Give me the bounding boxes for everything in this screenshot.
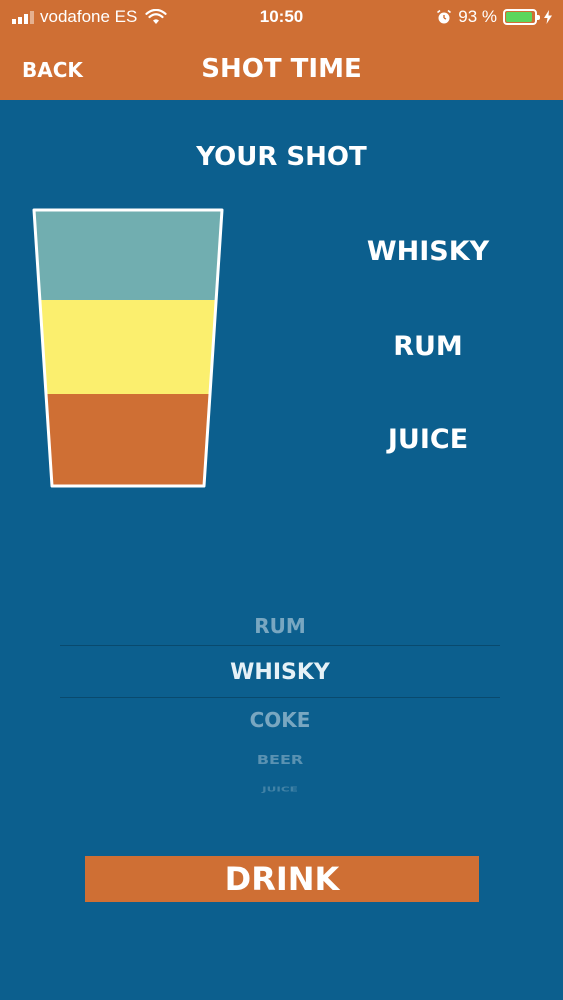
picker-option-rum[interactable]: RUM bbox=[60, 614, 500, 638]
picker-selection-line-top bbox=[60, 645, 500, 646]
status-right: 93 % bbox=[436, 7, 553, 27]
alarm-icon bbox=[437, 9, 452, 24]
ingredient-picker[interactable]: RUM WHISKY COKE BEER JUICE bbox=[60, 608, 500, 808]
battery-percent: 93 % bbox=[458, 7, 497, 26]
page-title: SHOT TIME bbox=[201, 54, 362, 84]
picker-selection-line-bottom bbox=[60, 697, 500, 698]
layer-top bbox=[34, 210, 222, 300]
nav-bar: BACK SHOT TIME bbox=[0, 40, 563, 100]
battery-icon bbox=[503, 9, 540, 25]
battery-fill bbox=[506, 12, 532, 22]
charging-bolt-icon bbox=[544, 10, 552, 24]
shot-heading: YOUR SHOT bbox=[196, 142, 367, 172]
picker-option-juice[interactable]: JUICE bbox=[60, 785, 500, 793]
picker-option-coke[interactable]: COKE bbox=[60, 708, 500, 732]
drink-button[interactable]: DRINK bbox=[85, 856, 479, 902]
status-bar: vodafone ES 10:50 93 % bbox=[0, 0, 563, 40]
back-button[interactable]: BACK bbox=[22, 58, 83, 82]
layer-label-top: WHISKY bbox=[366, 236, 490, 267]
picker-option-selected[interactable]: WHISKY bbox=[60, 660, 500, 685]
picker-option-beer[interactable]: BEER bbox=[60, 752, 500, 767]
layer-bottom bbox=[34, 394, 222, 486]
layer-label-middle: RUM bbox=[393, 331, 463, 362]
shot-glass bbox=[32, 208, 224, 488]
layer-middle bbox=[34, 300, 222, 394]
layer-label-bottom: JUICE bbox=[387, 424, 469, 455]
